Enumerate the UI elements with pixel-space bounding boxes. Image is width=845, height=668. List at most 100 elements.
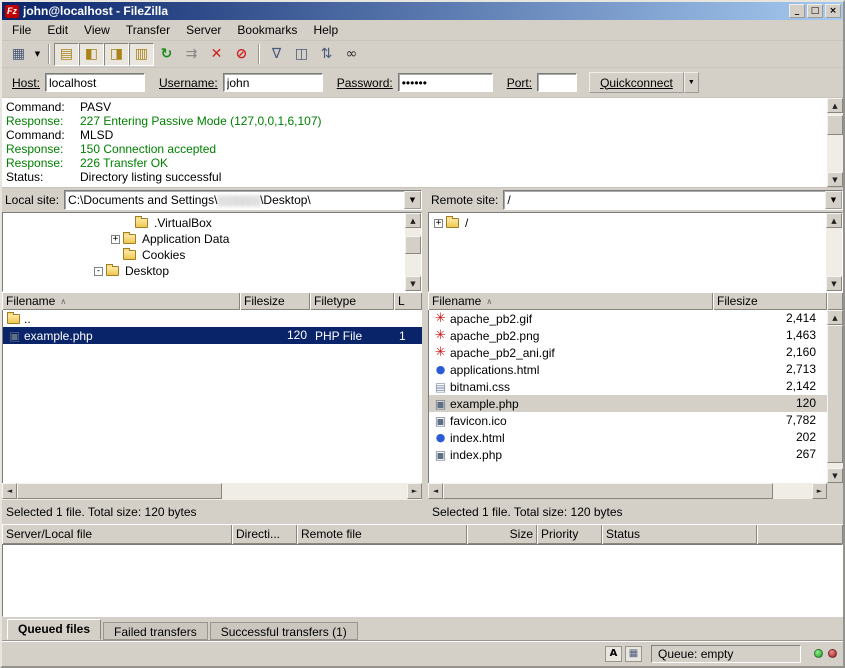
close-button[interactable]: ×	[825, 4, 841, 18]
scroll-thumb[interactable]	[405, 236, 421, 254]
maximize-button[interactable]: □	[807, 4, 823, 18]
column-header-filename[interactable]: Filename∧	[428, 292, 713, 310]
tab-queued-files[interactable]: Queued files	[7, 619, 101, 640]
scroll-up-button[interactable]: ▲	[827, 310, 843, 325]
tree-item[interactable]: +/	[429, 215, 826, 231]
scroll-left-button[interactable]: ◄	[428, 483, 443, 499]
site-manager-dropdown-button[interactable]: ▼	[31, 43, 44, 66]
disconnect-icon: ⊘	[236, 46, 248, 62]
filezilla-window: Fz john@localhost - FileZilla _ □ × File…	[0, 0, 845, 668]
file-row[interactable]: ▣index.php267	[429, 446, 827, 463]
disconnect-button[interactable]: ⊘	[229, 43, 254, 66]
scroll-track[interactable]	[17, 483, 407, 500]
username-input[interactable]	[223, 73, 323, 92]
scroll-down-button[interactable]: ▼	[827, 468, 843, 483]
directory-compare-button[interactable]: ◫	[289, 43, 314, 66]
remote-site-label: Remote site:	[428, 193, 503, 207]
scroll-up-button[interactable]: ▲	[405, 213, 421, 228]
file-row[interactable]: ●applications.html2,713	[429, 361, 827, 378]
local-site-combo[interactable]: C:\Documents and Settings\▒▒▒▒▒▒▒\Deskto…	[64, 190, 422, 210]
menu-file[interactable]: File	[4, 21, 39, 39]
expand-icon[interactable]: +	[111, 235, 120, 244]
file-row[interactable]: ▤bitnami.css2,142	[429, 378, 827, 395]
speed-limit-icon[interactable]: ▦	[625, 646, 642, 662]
column-header-priority[interactable]: Priority	[537, 524, 602, 544]
column-header-direction[interactable]: Directi...	[232, 524, 297, 544]
process-queue-button[interactable]: ⇉	[179, 43, 204, 66]
scroll-right-button[interactable]: ►	[407, 483, 422, 499]
column-header-lastmodified[interactable]: L	[394, 292, 422, 310]
toggle-remote-tree-button[interactable]: ◨	[104, 43, 129, 66]
toggle-local-tree-button[interactable]: ◧	[79, 43, 104, 66]
host-input[interactable]	[45, 73, 145, 92]
tree-item[interactable]: +Application Data	[3, 231, 405, 247]
file-row-selected[interactable]: ▣example.php120	[429, 395, 827, 412]
remote-site-dropdown-button[interactable]: ▼	[825, 191, 842, 209]
menu-help[interactable]: Help	[305, 21, 346, 39]
transfer-type-icon[interactable]: A	[605, 646, 622, 662]
tab-failed-transfers[interactable]: Failed transfers	[103, 622, 208, 640]
toggle-message-log-button[interactable]: ▤	[54, 43, 79, 66]
file-row[interactable]: ▣favicon.ico7,782	[429, 412, 827, 429]
minimize-button[interactable]: _	[789, 4, 805, 18]
scroll-track[interactable]	[826, 228, 842, 276]
local-site-dropdown-button[interactable]: ▼	[404, 191, 421, 209]
scroll-track[interactable]	[827, 113, 843, 172]
scroll-right-button[interactable]: ►	[812, 483, 827, 499]
expand-icon[interactable]: +	[434, 219, 443, 228]
scroll-left-button[interactable]: ◄	[2, 483, 17, 499]
column-header-filesize[interactable]: Filesize	[240, 292, 310, 310]
toggle-queue-button[interactable]: ▥	[129, 43, 154, 66]
quickconnect-dropdown-button[interactable]: ▼	[684, 72, 699, 93]
scroll-thumb[interactable]	[17, 483, 222, 499]
file-row[interactable]: ✳apache_pb2.png1,463	[429, 327, 827, 344]
find-files-button[interactable]: ∞	[339, 43, 364, 66]
folder-icon	[123, 234, 136, 244]
tree-item[interactable]: -Desktop	[3, 263, 405, 279]
menu-transfer[interactable]: Transfer	[118, 21, 178, 39]
collapse-icon[interactable]: -	[94, 267, 103, 276]
password-input[interactable]	[398, 73, 493, 92]
filter-button[interactable]: ∇	[264, 43, 289, 66]
tree-item[interactable]: .VirtualBox	[3, 215, 405, 231]
scroll-thumb[interactable]	[827, 325, 843, 463]
file-row[interactable]: ..	[3, 310, 422, 327]
quickconnect-button[interactable]: Quickconnect	[589, 72, 684, 93]
scroll-up-button[interactable]: ▲	[826, 213, 842, 228]
menu-server[interactable]: Server	[178, 21, 229, 39]
menu-bookmarks[interactable]: Bookmarks	[229, 21, 305, 39]
refresh-button[interactable]: ↻	[154, 43, 179, 66]
remote-site-combo[interactable]: / ▼	[503, 190, 843, 210]
column-header-filetype[interactable]: Filetype	[310, 292, 394, 310]
menu-view[interactable]: View	[76, 21, 118, 39]
menu-edit[interactable]: Edit	[39, 21, 76, 39]
scroll-down-button[interactable]: ▼	[827, 172, 843, 187]
file-row[interactable]: ✳apache_pb2_ani.gif2,160	[429, 344, 827, 361]
port-input[interactable]	[537, 73, 577, 92]
tab-successful-transfers[interactable]: Successful transfers (1)	[210, 622, 358, 640]
scroll-track[interactable]	[443, 483, 812, 499]
send-indicator-light	[828, 649, 837, 658]
scroll-thumb[interactable]	[443, 483, 773, 499]
cancel-button[interactable]: ✕	[204, 43, 229, 66]
scroll-down-button[interactable]: ▼	[405, 276, 421, 291]
file-row-selected[interactable]: ▣example.php 120 PHP File 1	[3, 327, 422, 344]
file-row[interactable]: ●index.html202	[429, 429, 827, 446]
folder-icon	[7, 314, 20, 324]
column-header-filename[interactable]: Filename∧	[2, 292, 240, 310]
site-manager-button[interactable]: ▦	[6, 43, 31, 66]
column-header-filesize[interactable]: Filesize	[713, 292, 827, 310]
column-header-server-local-file[interactable]: Server/Local file	[2, 524, 232, 544]
scroll-thumb[interactable]	[827, 115, 843, 135]
file-row[interactable]: ✳apache_pb2.gif2,414	[429, 310, 827, 327]
sync-browse-button[interactable]: ⇅	[314, 43, 339, 66]
column-header-remote-file[interactable]: Remote file	[297, 524, 467, 544]
scroll-up-button[interactable]: ▲	[827, 98, 843, 113]
column-header-status[interactable]: Status	[602, 524, 757, 544]
scroll-track[interactable]	[827, 325, 843, 468]
scroll-track[interactable]	[405, 228, 421, 276]
tree-item[interactable]: Cookies	[3, 247, 405, 263]
scroll-down-button[interactable]: ▼	[826, 276, 842, 291]
column-header-size[interactable]: Size	[467, 524, 537, 544]
menu-bar: File Edit View Transfer Server Bookmarks…	[2, 20, 843, 41]
